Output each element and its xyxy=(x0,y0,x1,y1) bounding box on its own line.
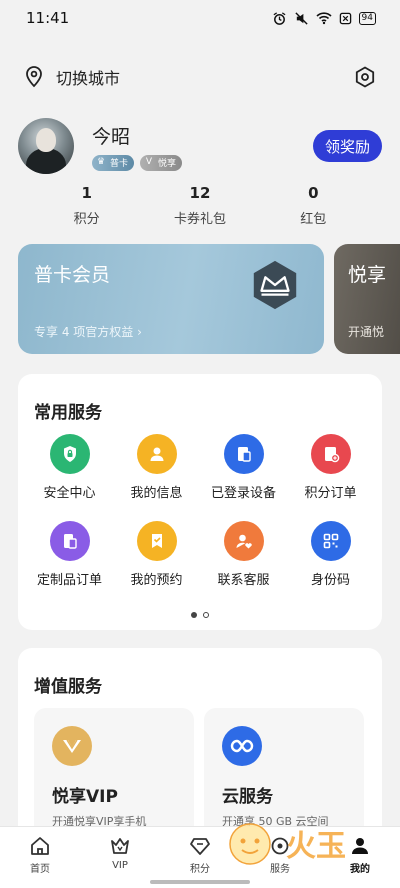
page-dot-active xyxy=(191,612,197,618)
yuexiang-member-card[interactable]: 悦享 开通悦 xyxy=(334,244,400,354)
wifi-icon xyxy=(315,12,332,25)
service-label: 我的信息 xyxy=(130,486,183,501)
status-time: 11:41 xyxy=(26,9,70,27)
badge-puka-label: 普卡 xyxy=(110,159,129,169)
vip-card-title: 悦享VIP xyxy=(52,787,118,807)
puka-member-card[interactable]: 普卡会员 专享 4 项官方权益 › xyxy=(18,244,324,354)
bookmark-check-icon xyxy=(136,521,177,561)
service-label: 已登录设备 xyxy=(210,486,276,501)
location-pin-icon xyxy=(26,66,42,88)
service-label: 联系客服 xyxy=(217,573,270,588)
service-my-reservations[interactable]: 我的预约 xyxy=(113,521,200,588)
settings-icon[interactable] xyxy=(354,66,376,88)
stat-coupons-label: 卡券礼包 xyxy=(173,212,226,227)
service-custom-orders[interactable]: 定制品订单 xyxy=(26,521,113,588)
customer-service-icon xyxy=(223,521,264,561)
stat-red-packets-value: 0 xyxy=(308,184,319,202)
switch-city-button[interactable]: 切换城市 xyxy=(24,65,120,89)
common-services-title: 常用服务 xyxy=(34,403,102,423)
stat-points[interactable]: 1 积分 xyxy=(42,184,132,228)
nav-home[interactable]: 首页 xyxy=(10,835,70,888)
page-indicator xyxy=(18,612,382,618)
home-indicator-bar[interactable] xyxy=(150,880,250,884)
devices-icon xyxy=(223,434,264,474)
badge-puka[interactable]: ♛ 普卡 xyxy=(92,154,135,171)
service-label: 积分订单 xyxy=(304,486,357,501)
service-logged-in-devices[interactable]: 已登录设备 xyxy=(200,434,287,501)
stat-points-value: 1 xyxy=(81,184,92,202)
nav-me-label: 我的 xyxy=(350,864,370,875)
bottom-navigation: 首页 VIP 积分 服务 我的 xyxy=(0,826,400,888)
page-dot[interactable] xyxy=(203,612,209,618)
topbar: 切换城市 xyxy=(24,60,376,94)
nav-points-label: 积分 xyxy=(190,864,210,875)
alarm-icon xyxy=(273,11,286,25)
value-added-title: 增值服务 xyxy=(34,677,102,697)
nav-vip-label: VIP xyxy=(112,860,128,871)
service-label: 我的预约 xyxy=(130,573,183,588)
profile-info: 今昭 ♛ 普卡 V 悦享 xyxy=(92,122,313,171)
v-badge-icon: V xyxy=(145,156,153,167)
vip-icon xyxy=(111,838,129,854)
stat-points-label: 积分 xyxy=(73,212,100,227)
cloud-infinity-icon xyxy=(222,726,262,766)
battery-indicator: 94 xyxy=(358,11,376,25)
mute-icon xyxy=(294,11,308,25)
service-label: 定制品订单 xyxy=(36,573,102,588)
qr-code-icon xyxy=(310,521,351,561)
service-security-center[interactable]: 安全中心 xyxy=(26,434,113,501)
stats-row: 1 积分 12 卡券礼包 0 红包 xyxy=(0,184,400,228)
user-icon xyxy=(136,434,177,474)
sim-icon xyxy=(339,12,351,24)
points-order-icon xyxy=(310,434,351,474)
nav-me[interactable]: 我的 xyxy=(330,835,390,888)
cloud-service-card[interactable]: 云服务 开通享 50 GB 云空间 xyxy=(204,708,364,838)
common-services-panel: 常用服务 安全中心 我的信息 已登录设备 积分订单 定制品订单 我的预约 联系客… xyxy=(18,374,382,630)
vip-service-card[interactable]: 悦享VIP 开通悦享VIP享手机 xyxy=(34,708,194,838)
crown-badge-icon: ♛ xyxy=(96,156,106,167)
stat-coupons-value: 12 xyxy=(189,184,211,202)
service-my-info[interactable]: 我的信息 xyxy=(113,434,200,501)
value-added-cards: 悦享VIP 开通悦享VIP享手机 云服务 开通享 50 GB 云空间 xyxy=(34,708,364,838)
cloud-card-title: 云服务 xyxy=(222,787,273,807)
stat-coupons[interactable]: 12 卡券礼包 xyxy=(155,184,245,228)
nav-home-label: 首页 xyxy=(30,864,50,875)
yuexiang-card-subtitle: 开通悦 xyxy=(348,325,385,339)
service-id-code[interactable]: 身份码 xyxy=(287,521,374,588)
service-icon xyxy=(271,837,289,855)
badge-yuexiang-label: 悦享 xyxy=(158,159,177,169)
nav-vip[interactable]: VIP xyxy=(90,835,150,888)
home-icon xyxy=(31,837,49,855)
shield-lock-icon xyxy=(49,434,90,474)
service-label: 身份码 xyxy=(310,573,350,588)
value-added-services-panel: 增值服务 悦享VIP 开通悦享VIP享手机 云服务 开通享 50 GB 云空间 xyxy=(18,648,382,848)
yuexiang-card-title: 悦享 xyxy=(348,264,387,286)
vip-crown-icon xyxy=(52,726,92,766)
me-icon xyxy=(352,838,368,854)
services-grid: 安全中心 我的信息 已登录设备 积分订单 定制品订单 我的预约 联系客服 身份码 xyxy=(26,434,374,588)
puka-card-subtitle[interactable]: 专享 4 项官方权益 › xyxy=(34,323,142,340)
crown-emblem-icon xyxy=(253,260,297,310)
username[interactable]: 今昭 xyxy=(92,122,313,149)
status-bar: 11:41 94 xyxy=(0,0,400,36)
member-badges: ♛ 普卡 V 悦享 xyxy=(92,154,313,171)
stat-red-packets-label: 红包 xyxy=(300,212,327,227)
stat-red-packets[interactable]: 0 红包 xyxy=(268,184,358,228)
custom-order-icon xyxy=(49,521,90,561)
nav-services-label: 服务 xyxy=(270,864,290,875)
profile-section: 今昭 ♛ 普卡 V 悦享 领奖励 xyxy=(18,116,382,176)
status-icons: 94 xyxy=(272,11,376,26)
diamond-icon xyxy=(190,838,210,855)
avatar[interactable] xyxy=(18,118,74,174)
service-points-orders[interactable]: 积分订单 xyxy=(287,434,374,501)
nav-services[interactable]: 服务 xyxy=(250,835,310,888)
switch-city-label: 切换城市 xyxy=(56,69,121,88)
service-label: 安全中心 xyxy=(43,486,96,501)
badge-yuexiang[interactable]: V 悦享 xyxy=(140,154,183,171)
service-contact-support[interactable]: 联系客服 xyxy=(200,521,287,588)
member-card-carousel: 普卡会员 专享 4 项官方权益 › 悦享 开通悦 xyxy=(18,244,400,356)
claim-reward-button[interactable]: 领奖励 xyxy=(312,130,382,162)
